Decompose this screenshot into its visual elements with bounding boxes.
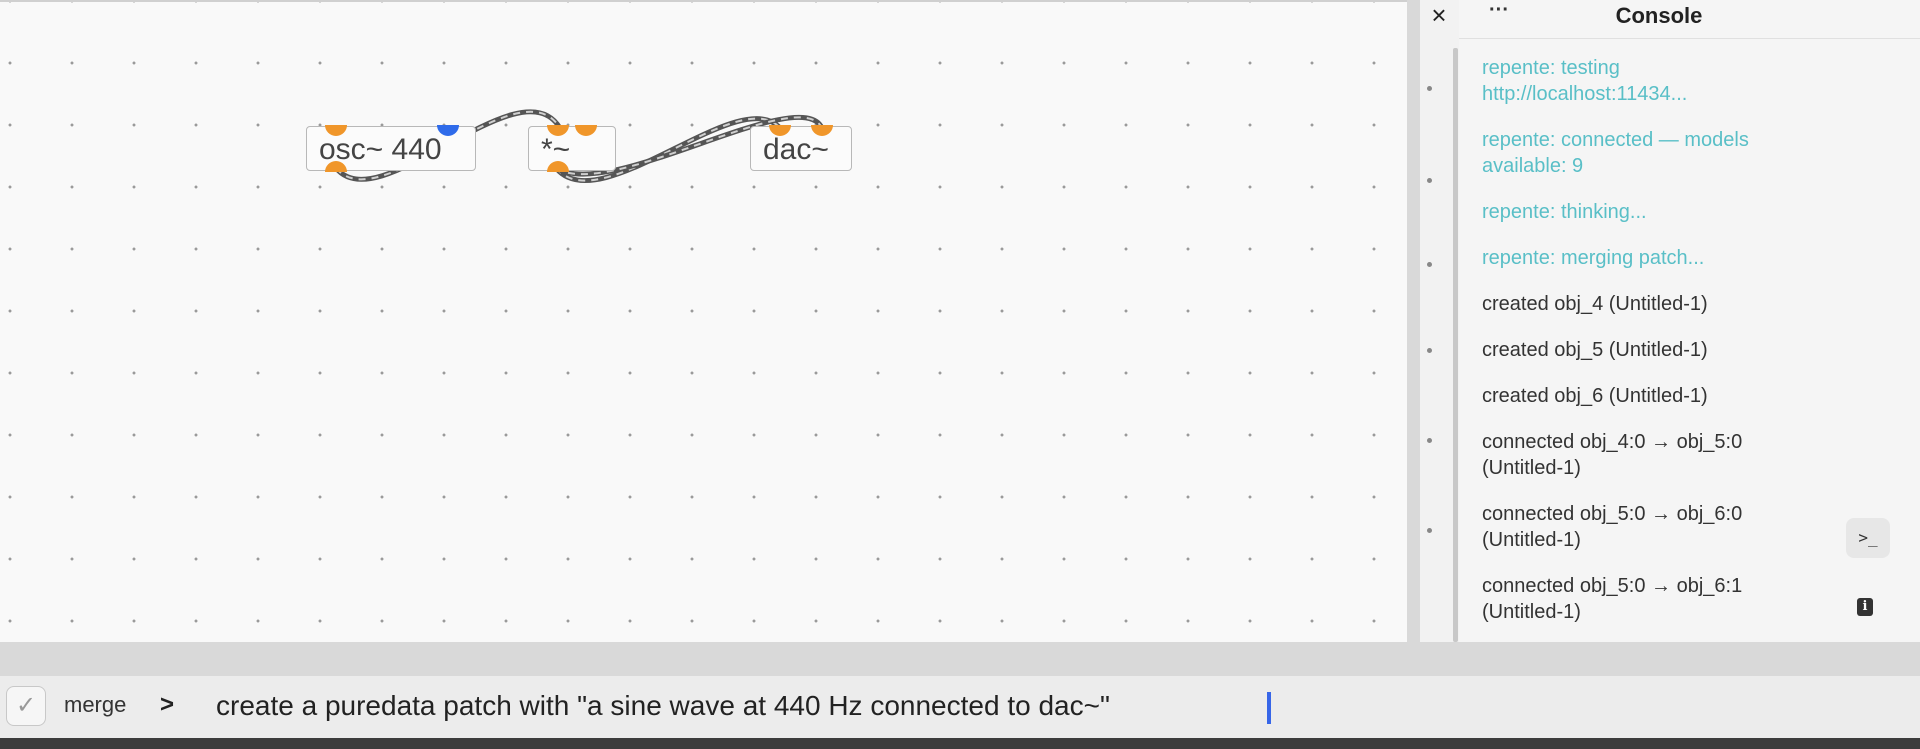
console-line: created obj_5 (Untitled-1)	[1482, 339, 1708, 361]
terminal-icon[interactable]: >_	[1846, 518, 1890, 558]
divider-dot	[1427, 528, 1432, 533]
object-osc[interactable]: osc~ 440	[306, 125, 476, 172]
divider-dot	[1427, 178, 1432, 183]
object-dac[interactable]: dac~	[750, 125, 852, 171]
console-line: created obj_4 (Untitled-1)	[1482, 293, 1708, 315]
merge-checkbox[interactable]: ✓	[6, 686, 46, 726]
window-bottom-edge	[0, 738, 1920, 749]
divider-dot	[1427, 348, 1432, 353]
panel-divider-strip[interactable]	[1420, 0, 1459, 642]
command-input[interactable]	[200, 683, 1890, 729]
check-icon: ✓	[15, 692, 37, 719]
mul-inlet-1[interactable]	[575, 125, 597, 136]
info-icon[interactable]: i	[1857, 598, 1873, 616]
patch-canvas[interactable]: osc~ 440 *~ dac~	[0, 0, 1407, 642]
scrollbar[interactable]	[1453, 48, 1458, 642]
text-caret	[1267, 692, 1271, 724]
prompt-chevron-icon: >	[160, 691, 175, 718]
console-header: × ··· Console	[1431, 0, 1920, 39]
console-line: repente: merging patch...	[1482, 247, 1705, 269]
command-bar: ✓ merge >	[0, 676, 1920, 738]
divider-dot	[1427, 262, 1432, 267]
close-icon[interactable]: ×	[1419, 0, 1459, 32]
console-title: Console	[1615, 3, 1703, 28]
object-multiply[interactable]: *~	[528, 125, 616, 172]
console-line: connected obj_5:0 → obj_6:1 (Untitled-1)	[1482, 575, 1743, 623]
divider-dot	[1427, 438, 1432, 443]
patch-cords	[334, 109, 825, 184]
console-line: created obj_6 (Untitled-1)	[1482, 385, 1708, 407]
console-line: connected obj_5:0 → obj_6:0 (Untitled-1)	[1482, 503, 1743, 551]
console-panel: × ··· Console repente: testing http://lo…	[1431, 0, 1920, 645]
object-label: dac~	[763, 133, 829, 166]
divider-dot	[1427, 86, 1432, 91]
console-line: repente: connected — models available: 9	[1482, 129, 1749, 177]
console-line: repente: testing http://localhost:11434.…	[1482, 57, 1688, 105]
console-line: repente: thinking...	[1482, 201, 1647, 223]
console-log: repente: testing http://localhost:11434.…	[1482, 55, 1812, 645]
console-line: connected obj_4:0 → obj_5:0 (Untitled-1)	[1482, 431, 1743, 479]
merge-label: merge	[64, 692, 127, 717]
